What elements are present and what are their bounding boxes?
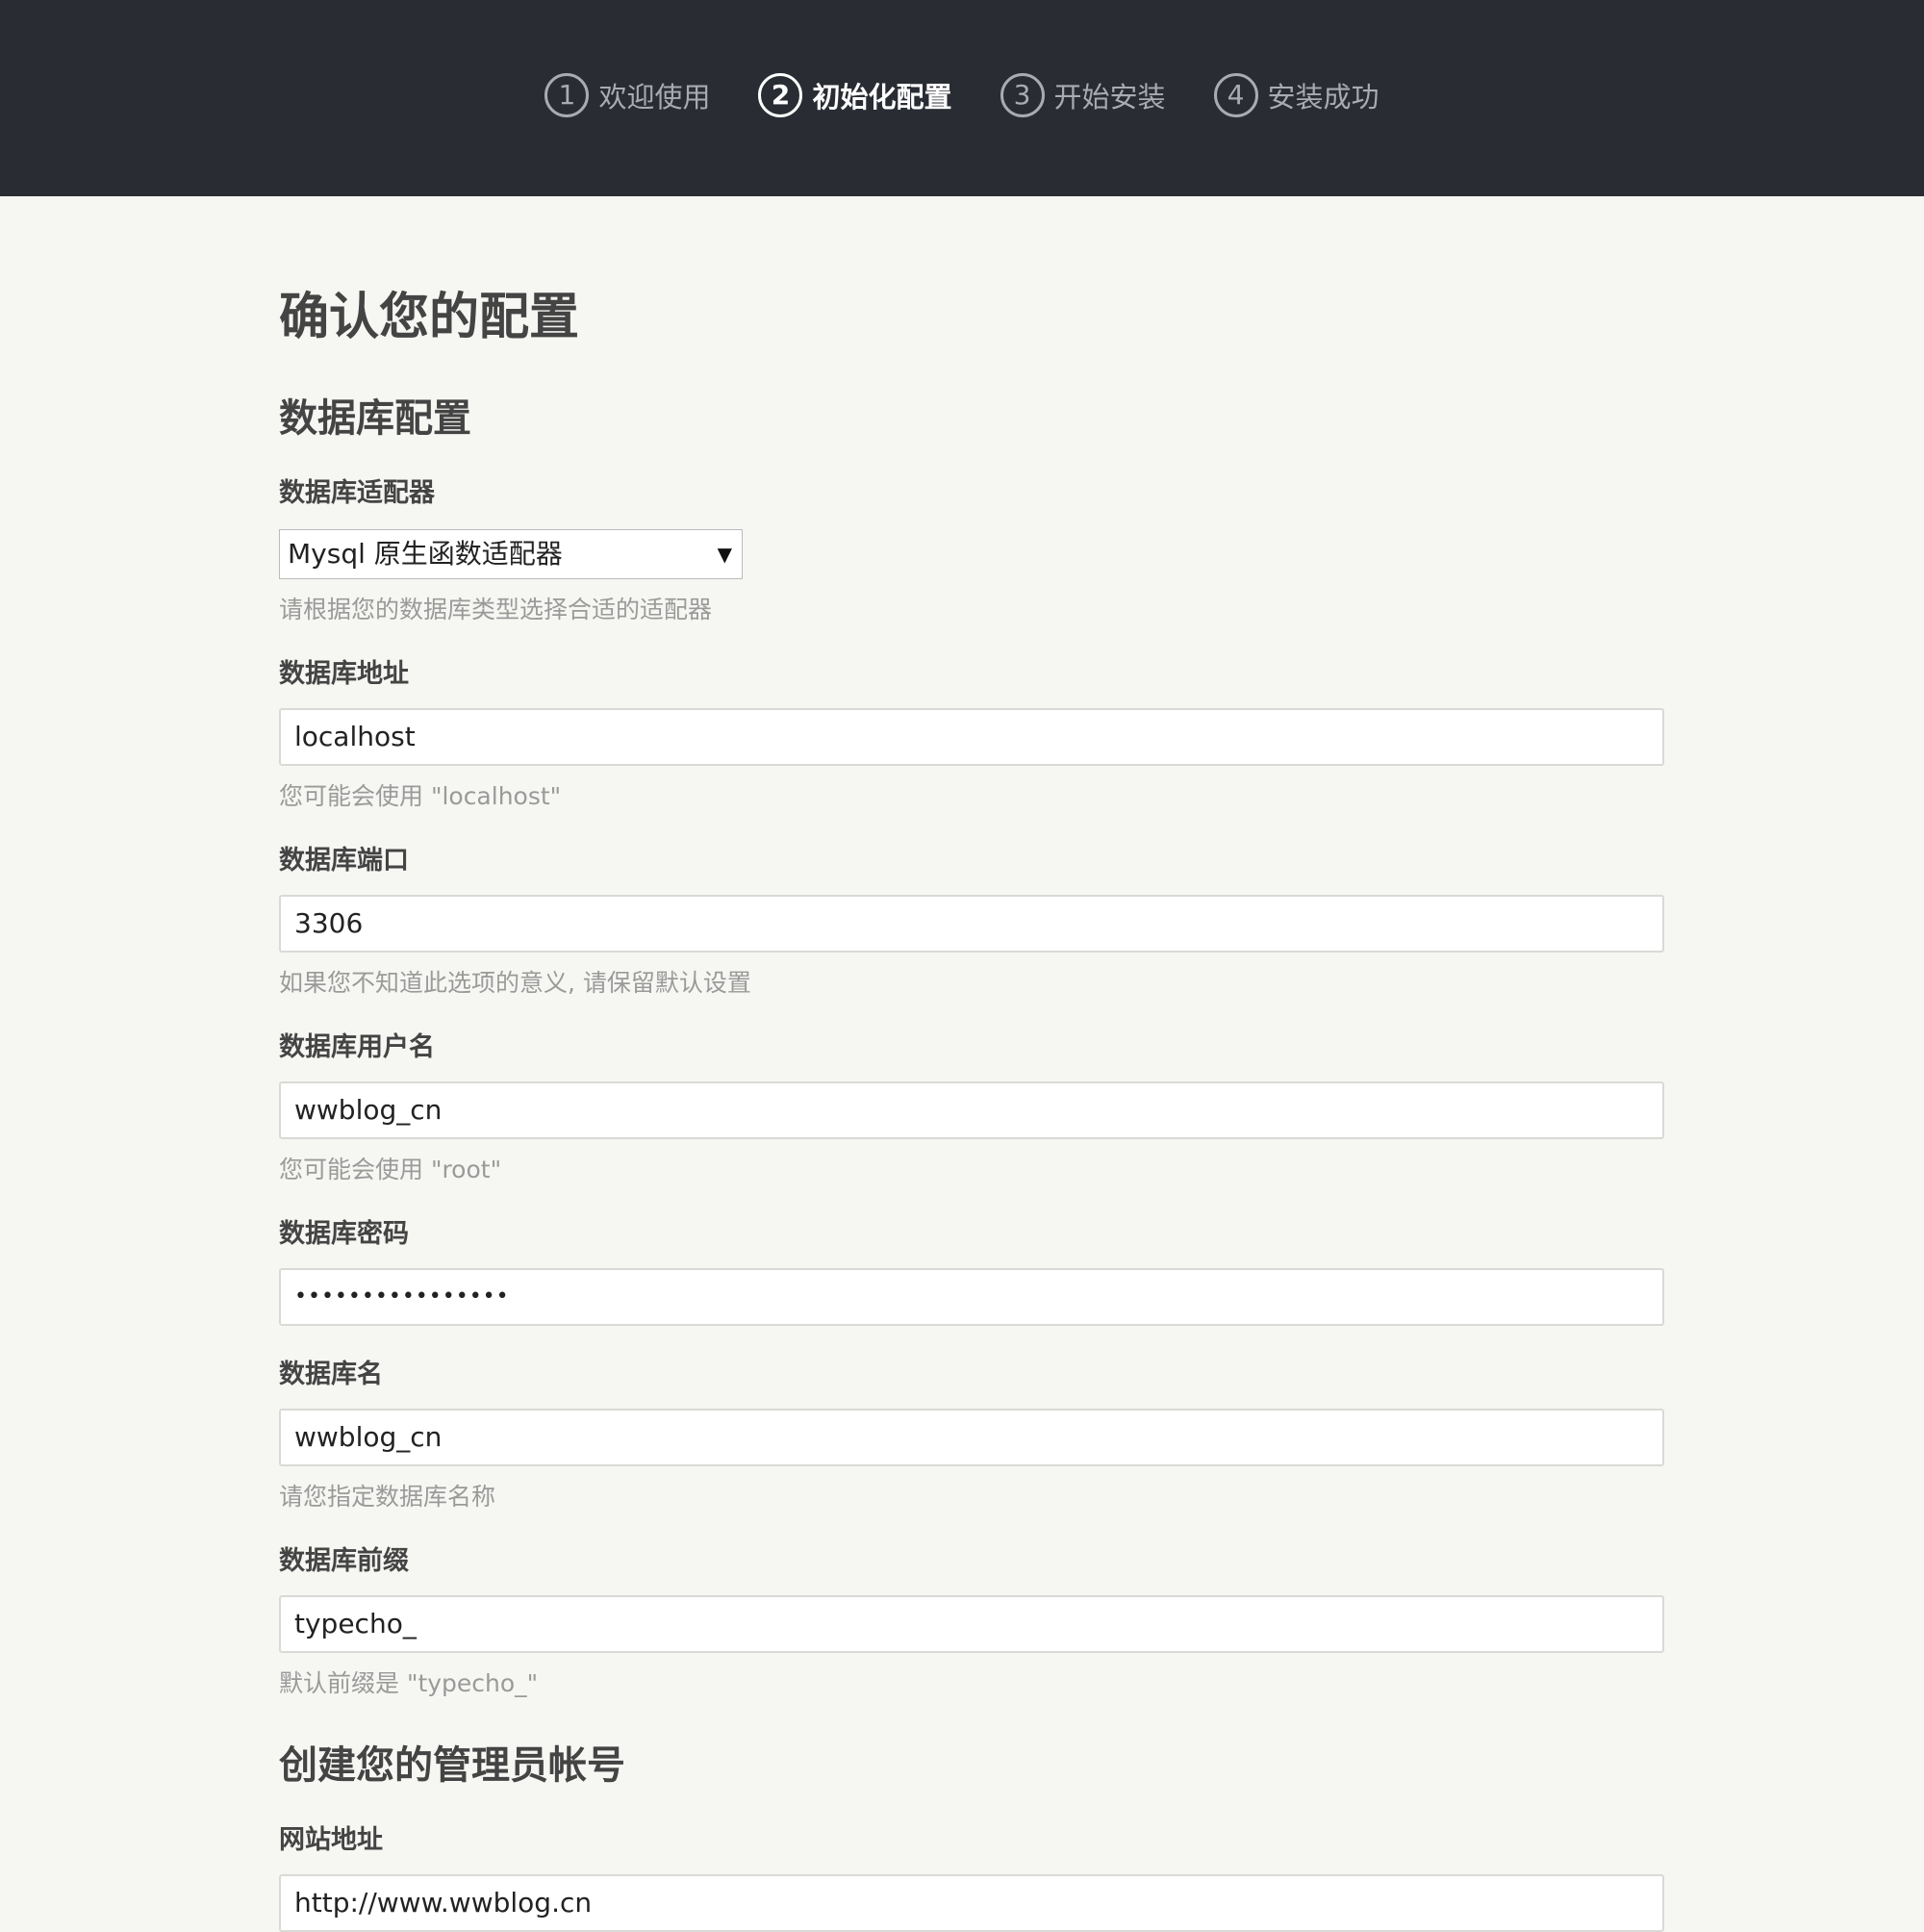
port-input[interactable]: 3306 (279, 895, 1664, 953)
db-section-title: 数据库配置 (279, 396, 471, 441)
password-input[interactable]: •••••••••••••••• (279, 1268, 1664, 1326)
user-hint: 您可能会使用 "root" (279, 1156, 502, 1183)
dbname-hint: 请您指定数据库名称 (279, 1483, 496, 1511)
host-label: 数据库地址 (279, 659, 409, 689)
dbname-label: 数据库名 (279, 1360, 383, 1389)
port-label: 数据库端口 (279, 846, 409, 876)
step-number-3: 3 (1000, 73, 1045, 117)
adapter-label: 数据库适配器 (279, 478, 435, 508)
password-field: 数据库密码 •••••••••••••••• (279, 1218, 1664, 1326)
step-install-success: 4 安装成功 (1213, 73, 1380, 117)
dropdown-arrow-icon: ▼ (717, 543, 732, 566)
step-welcome: 1 欢迎使用 (544, 73, 710, 117)
user-field: 数据库用户名 wwblog_cn 您可能会使用 "root" (279, 1031, 1664, 1185)
step-label: 开始安装 (1053, 81, 1166, 114)
user-label: 数据库用户名 (279, 1032, 435, 1062)
install-header: 1 欢迎使用 2 初始化配置 3 开始安装 4 安装成功 (0, 0, 1924, 196)
host-hint: 您可能会使用 "localhost" (279, 782, 562, 810)
dbname-input[interactable]: wwblog_cn (279, 1409, 1664, 1466)
site-url-input[interactable]: http://www.wwblog.cn (279, 1874, 1664, 1932)
adapter-hint: 请根据您的数据库类型选择合适的适配器 (279, 596, 713, 623)
site-url-label: 网站地址 (279, 1825, 383, 1855)
prefix-field: 数据库前缀 typecho_ 默认前缀是 "typecho_" (279, 1545, 1664, 1699)
prefix-hint: 默认前缀是 "typecho_" (279, 1669, 539, 1697)
config-form: 确认您的配置 数据库配置 数据库适配器 Mysql 原生函数适配器 ▼ 请根据您… (279, 196, 1664, 1932)
host-input[interactable]: localhost (279, 708, 1664, 766)
install-steps: 1 欢迎使用 2 初始化配置 3 开始安装 4 安装成功 (0, 73, 1924, 117)
port-field: 数据库端口 3306 如果您不知道此选项的意义, 请保留默认设置 (279, 845, 1664, 999)
port-hint: 如果您不知道此选项的意义, 请保留默认设置 (279, 969, 751, 997)
step-number-2: 2 (758, 73, 803, 117)
step-number-4: 4 (1213, 73, 1258, 117)
adapter-selected-value: Mysql 原生函数适配器 (288, 538, 563, 570)
step-label: 安装成功 (1267, 81, 1380, 114)
step-label: 欢迎使用 (598, 81, 711, 114)
adapter-select[interactable]: Mysql 原生函数适配器 ▼ (279, 529, 743, 579)
admin-section-title: 创建您的管理员帐号 (279, 1743, 625, 1788)
adapter-field: 数据库适配器 Mysql 原生函数适配器 ▼ 请根据您的数据库类型选择合适的适配… (279, 477, 1664, 625)
step-init-config: 2 初始化配置 (758, 73, 952, 117)
host-field: 数据库地址 localhost 您可能会使用 "localhost" (279, 658, 1664, 812)
page-title: 确认您的配置 (279, 289, 580, 346)
step-label: 初始化配置 (812, 81, 952, 114)
prefix-label: 数据库前缀 (279, 1546, 409, 1576)
user-input[interactable]: wwblog_cn (279, 1081, 1664, 1139)
step-number-1: 1 (544, 73, 590, 117)
site-url-field: 网站地址 http://www.wwblog.cn (279, 1824, 1664, 1932)
password-label: 数据库密码 (279, 1219, 409, 1249)
dbname-field: 数据库名 wwblog_cn 请您指定数据库名称 (279, 1359, 1664, 1513)
prefix-input[interactable]: typecho_ (279, 1595, 1664, 1653)
step-start-install: 3 开始安装 (1000, 73, 1166, 117)
